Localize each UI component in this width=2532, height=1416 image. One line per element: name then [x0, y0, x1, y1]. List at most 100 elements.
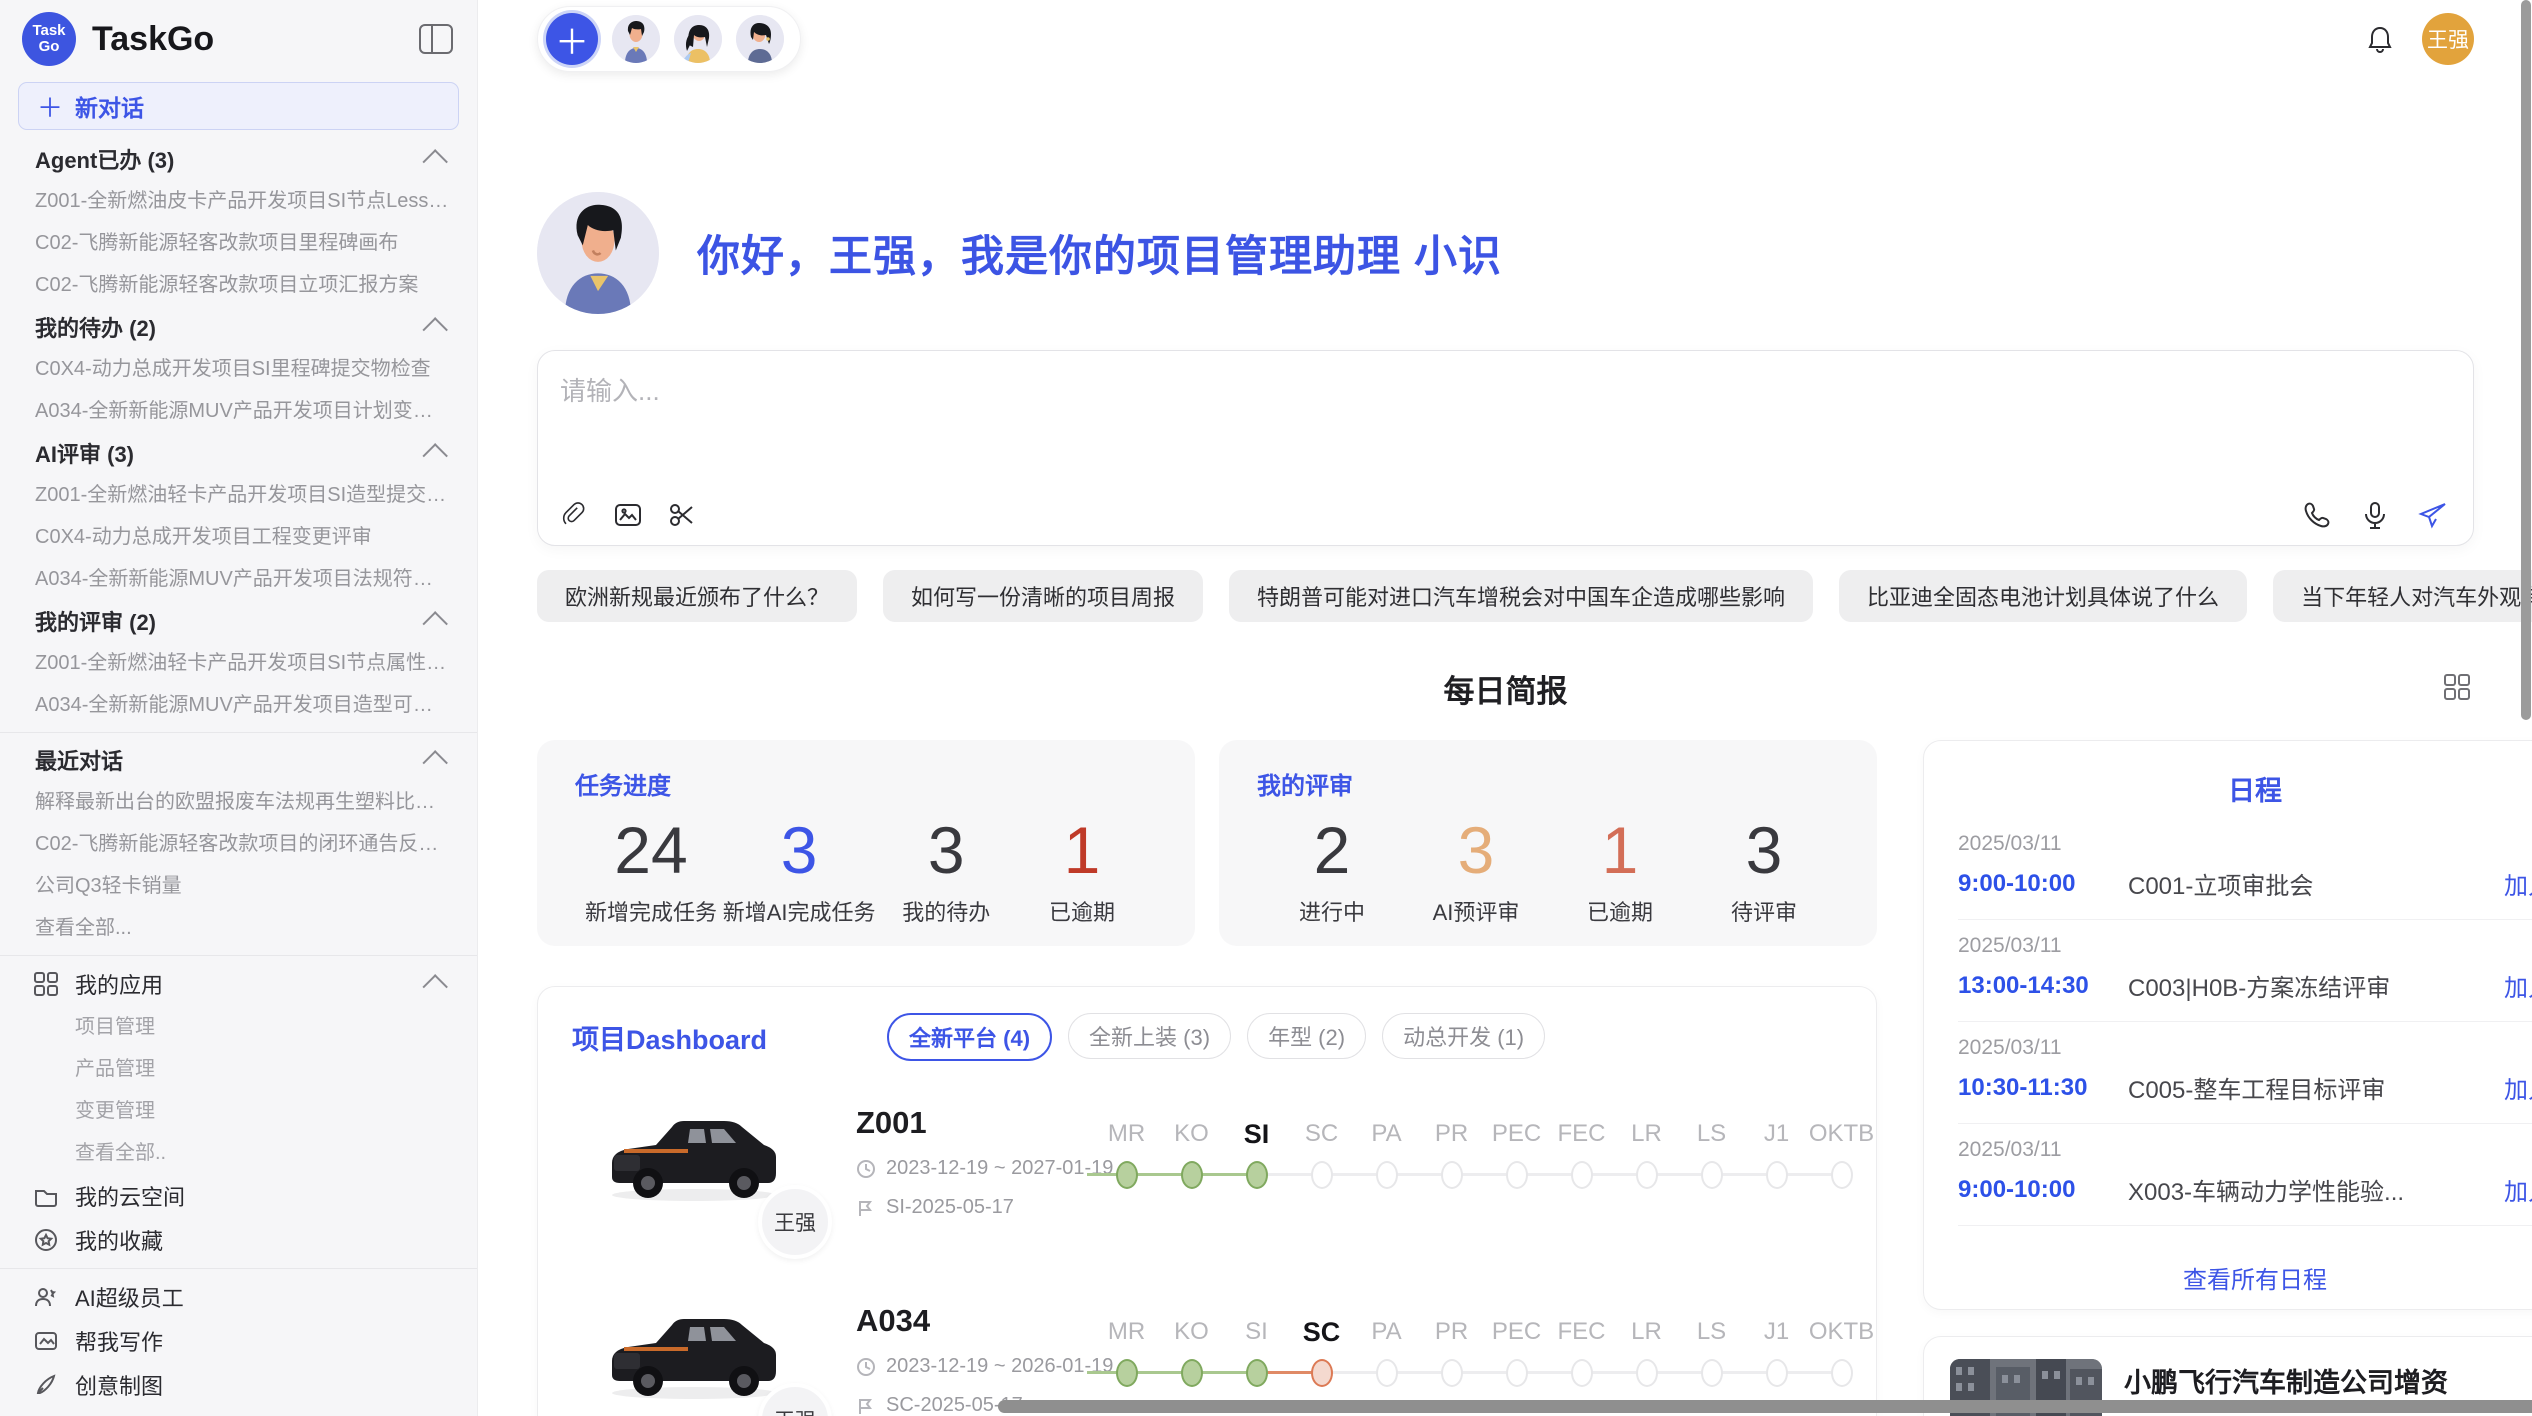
recent-chat-item[interactable]: 公司Q3轻卡销量 — [0, 865, 477, 907]
project-dates: 2023-12-19 ~ 2026-01-19 — [856, 1355, 1054, 1378]
milestone: KO — [1159, 1115, 1224, 1259]
layout-grid-icon[interactable] — [2442, 672, 2472, 702]
recent-chat-item[interactable]: 查看全部... — [0, 907, 477, 949]
assistant-avatar[interactable] — [736, 15, 784, 63]
user-avatar[interactable]: 王强 — [2422, 13, 2474, 65]
notification-bell-icon[interactable] — [2364, 23, 2396, 55]
join-link[interactable]: 加入 — [2504, 1172, 2532, 1207]
join-link[interactable]: 加入 — [2504, 968, 2532, 1003]
sidebar-item-creative-drawing[interactable]: 创意制图 — [0, 1363, 477, 1407]
brief-right-column: 日程 2025/03/11 9:00-10:00 C001-立项审批会 加入 — [1923, 740, 2532, 1416]
join-link[interactable]: 加入 — [2504, 1070, 2532, 1105]
divider — [0, 1268, 477, 1269]
chevron-up-icon[interactable] — [422, 149, 447, 174]
assistant-avatar[interactable] — [612, 15, 660, 63]
milestone-label: OKTB — [1809, 1313, 1874, 1351]
filter-chip[interactable]: 动总开发 (1) — [1382, 1013, 1545, 1059]
assistant-avatar[interactable] — [674, 15, 722, 63]
milestone-dot — [1506, 1359, 1528, 1387]
add-assistant-button[interactable]: ＋ — [546, 13, 598, 65]
app-subitem[interactable]: 产品管理 — [0, 1048, 477, 1090]
milestone-label: SI — [1244, 1115, 1270, 1153]
section-ai-review[interactable]: AI评审 (3) — [0, 432, 477, 474]
phone-call-icon[interactable] — [2301, 499, 2333, 531]
project-owner-badge: 王强 — [758, 1185, 832, 1259]
schedule-time: 9:00-10:00 — [1958, 870, 2128, 898]
suggestion-chip[interactable]: 特朗普可能对进口汽车增税会对中国车企造成哪些影响 — [1229, 570, 1813, 622]
app-subitem[interactable]: 项目管理 — [0, 1006, 477, 1048]
join-link[interactable]: 加入 — [2504, 866, 2532, 901]
project-row[interactable]: 王强 Z001 2023-12-19 ~ 2027-01-19 SI-2025-… — [568, 1091, 1846, 1259]
sidebar-conversation-item[interactable]: A034-全新新能源MUV产品开发项目法规符合性评审 — [0, 558, 477, 600]
milestone-dot — [1246, 1161, 1268, 1189]
chevron-up-icon[interactable] — [422, 611, 447, 636]
filter-chip[interactable]: 全新平台 (4) — [887, 1013, 1052, 1061]
milestone: J1 — [1744, 1115, 1809, 1259]
app-subitem[interactable]: 查看全部.. — [0, 1132, 477, 1174]
horizontal-scrollbar[interactable] — [998, 1400, 2532, 1413]
collapse-sidebar-icon[interactable] — [419, 24, 453, 54]
sidebar-conversation-item[interactable]: C02-飞腾新能源轻客改款项目里程碑画布 — [0, 222, 477, 264]
suggestion-chip[interactable]: 当下年轻人对汽车外观有怎样的喜好趋势 — [2273, 570, 2532, 622]
attachment-icon[interactable] — [558, 499, 590, 531]
scissors-icon[interactable] — [666, 499, 698, 531]
schedule-entry: 2025/03/11 10:30-11:30 C005-整车工程目标评审 加入 — [1958, 1022, 2532, 1124]
sidebar-item-favorites[interactable]: 我的收藏 — [0, 1218, 477, 1262]
section-recent-chats[interactable]: 最近对话 — [0, 739, 477, 781]
filter-chip[interactable]: 全新上装 (3) — [1068, 1013, 1231, 1059]
stat-label: 新增AI完成任务 — [723, 895, 876, 927]
stat-value: 2 — [1267, 811, 1397, 889]
sidebar-conversation-item[interactable]: C0X4-动力总成开发项目SI里程碑提交物检查 — [0, 348, 477, 390]
project-row[interactable]: 王强 A034 2023-12-19 ~ 2026-01-19 SC-2025-… — [568, 1289, 1846, 1416]
sidebar-item-ai-super-staff[interactable]: AI超级员工 — [0, 1275, 477, 1319]
microphone-icon[interactable] — [2359, 499, 2391, 531]
sidebar-item-my-apps[interactable]: 我的应用 — [0, 962, 477, 1006]
sidebar-conversation-item[interactable]: Z001-全新燃油皮卡产品开发项目SI节点Lesson Learn报告 — [0, 180, 477, 222]
section-my-review[interactable]: 我的评审 (2) — [0, 600, 477, 642]
my-apps-subitems: 项目管理产品管理变更管理查看全部.. — [0, 1006, 477, 1174]
view-all-schedule-link[interactable]: 查看所有日程 — [1958, 1245, 2532, 1309]
suggestion-chip[interactable]: 如何写一份清晰的项目周报 — [883, 570, 1203, 622]
sidebar-conversation-item[interactable]: A034-全新新能源MUV产品开发项目计划变更表编写 — [0, 390, 477, 432]
suggestion-chip[interactable]: 比亚迪全固态电池计划具体说了什么 — [1839, 570, 2247, 622]
schedule-date: 2025/03/11 — [1958, 1138, 2532, 1162]
chevron-up-icon[interactable] — [422, 750, 447, 775]
stat: 3 AI预评审 — [1411, 811, 1541, 927]
milestone-dot — [1311, 1359, 1333, 1387]
dashboard-header: 项目Dashboard 全新平台 (4)全新上装 (3)年型 (2)动总开发 (… — [568, 1013, 1846, 1061]
section-agent-done[interactable]: Agent已办 (3) — [0, 138, 477, 180]
sidebar-conversation-item[interactable]: C02-飞腾新能源轻客改款项目立项汇报方案 — [0, 264, 477, 306]
app-subitem[interactable]: 变更管理 — [0, 1090, 477, 1132]
stat-value: 3 — [1699, 811, 1829, 889]
vertical-scrollbar[interactable] — [2521, 0, 2531, 720]
project-dates: 2023-12-19 ~ 2027-01-19 — [856, 1157, 1054, 1180]
schedule-meeting-title: C003|H0B-方案冻结评审 — [2128, 968, 2490, 1003]
new-chat-button[interactable]: ＋ 新对话 — [18, 82, 459, 130]
image-icon[interactable] — [612, 499, 644, 531]
recent-chat-item[interactable]: C02-飞腾新能源轻客改款项目的闭环通告反馈情况 — [0, 823, 477, 865]
filter-chip[interactable]: 年型 (2) — [1247, 1013, 1366, 1059]
chevron-up-icon[interactable] — [422, 317, 447, 342]
sidebar-item-help-me-write[interactable]: 帮我写作 — [0, 1319, 477, 1363]
milestone-label: PA — [1371, 1313, 1401, 1351]
sidebar-conversation-item[interactable]: C0X4-动力总成开发项目工程变更评审 — [0, 516, 477, 558]
sidebar-item-cloud-space[interactable]: 我的云空间 — [0, 1174, 477, 1218]
plus-icon: ＋ — [37, 88, 63, 125]
section-my-todo[interactable]: 我的待办 (2) — [0, 306, 477, 348]
schedule-date: 2025/03/11 — [1958, 1036, 2532, 1060]
sidebar-conversation-item[interactable]: Z001-全新燃油轻卡产品开发项目SI造型提交物评审 — [0, 474, 477, 516]
assistant-avatar-group: ＋ — [537, 6, 801, 72]
send-icon[interactable] — [2417, 499, 2449, 531]
milestone-label: OKTB — [1809, 1115, 1874, 1153]
suggestion-chip[interactable]: 欧洲新规最近颁布了什么？ — [537, 570, 857, 622]
sidebar-conversation-item[interactable]: Z001-全新燃油轻卡产品开发项目SI节点属性5D文件评审 — [0, 642, 477, 684]
chat-input-box — [537, 350, 2474, 546]
chevron-up-icon[interactable] — [422, 443, 447, 468]
recent-chat-item[interactable]: 解释最新出台的欧盟报废车法规再生塑料比例被调至15%... — [0, 781, 477, 823]
main-area: ＋ 王强 你好，王强，我是你的 — [478, 0, 2532, 1416]
milestone-label: LR — [1631, 1313, 1662, 1351]
milestone-label: PR — [1435, 1115, 1468, 1153]
sidebar-conversation-item[interactable]: A034-全新新能源MUV产品开发项目造型可行性评审 — [0, 684, 477, 726]
section-title: 我的待办 (2) — [35, 311, 156, 343]
chat-input[interactable] — [558, 369, 2449, 499]
